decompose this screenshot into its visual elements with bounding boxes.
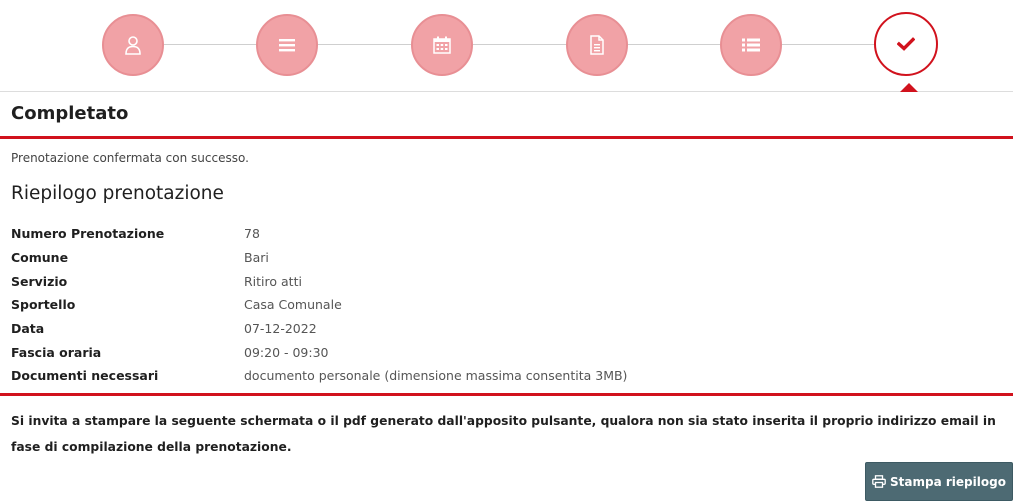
summary-value: 78 bbox=[244, 226, 260, 242]
step-user[interactable] bbox=[102, 14, 164, 76]
user-icon bbox=[125, 36, 141, 55]
success-message: Prenotazione confermata con successo. bbox=[11, 151, 249, 165]
summary-heading: Riepilogo prenotazione bbox=[11, 183, 224, 204]
summary-label: Comune bbox=[11, 250, 69, 266]
summary-label: Documenti necessari bbox=[11, 368, 159, 384]
list-icon bbox=[279, 39, 295, 52]
summary-value: Ritiro atti bbox=[244, 273, 302, 289]
summary-row-comune: Comune Bari bbox=[11, 246, 1001, 270]
print-summary-button[interactable]: Stampa riepilogo bbox=[865, 462, 1013, 501]
list-detail-icon bbox=[742, 38, 760, 52]
summary-row-servizio: Servizio Ritiro atti bbox=[11, 269, 1001, 293]
step-date[interactable] bbox=[411, 14, 473, 76]
step-service[interactable] bbox=[256, 14, 318, 76]
printer-icon bbox=[872, 475, 886, 488]
summary-value: 09:20 - 09:30 bbox=[244, 344, 329, 360]
summary-table: Numero Prenotazione 78 Comune Bari Servi… bbox=[11, 222, 1001, 388]
stepper-connector-line bbox=[133, 44, 905, 45]
summary-row-booking-number: Numero Prenotazione 78 bbox=[11, 222, 1001, 246]
step-completed[interactable] bbox=[874, 12, 938, 76]
step-document[interactable] bbox=[566, 14, 628, 76]
summary-value: Bari bbox=[244, 250, 269, 266]
summary-value: documento personale (dimensione massima … bbox=[244, 368, 628, 384]
summary-row-documenti: Documenti necessari documento personale … bbox=[11, 364, 1001, 388]
calendar-icon bbox=[433, 36, 451, 54]
print-summary-label: Stampa riepilogo bbox=[890, 474, 1006, 489]
summary-value: 07-12-2022 bbox=[244, 321, 317, 337]
summary-label: Servizio bbox=[11, 273, 68, 289]
title-divider bbox=[0, 136, 1013, 139]
summary-divider bbox=[0, 393, 1013, 396]
print-notice: Si invita a stampare la seguente scherma… bbox=[11, 414, 996, 454]
wizard-stepper bbox=[0, 0, 1013, 92]
document-icon bbox=[590, 35, 604, 55]
active-step-pointer bbox=[900, 83, 918, 92]
summary-label: Numero Prenotazione bbox=[11, 226, 165, 242]
step-details[interactable] bbox=[720, 14, 782, 76]
summary-row-fascia-oraria: Fascia oraria 09:20 - 09:30 bbox=[11, 340, 1001, 364]
summary-label: Sportello bbox=[11, 297, 76, 313]
summary-value: Casa Comunale bbox=[244, 297, 342, 313]
summary-row-data: Data 07-12-2022 bbox=[11, 317, 1001, 341]
summary-label: Fascia oraria bbox=[11, 344, 102, 360]
summary-label: Data bbox=[11, 321, 45, 337]
page-title: Completato bbox=[11, 103, 129, 124]
summary-row-sportello: Sportello Casa Comunale bbox=[11, 293, 1001, 317]
check-icon bbox=[897, 37, 915, 51]
